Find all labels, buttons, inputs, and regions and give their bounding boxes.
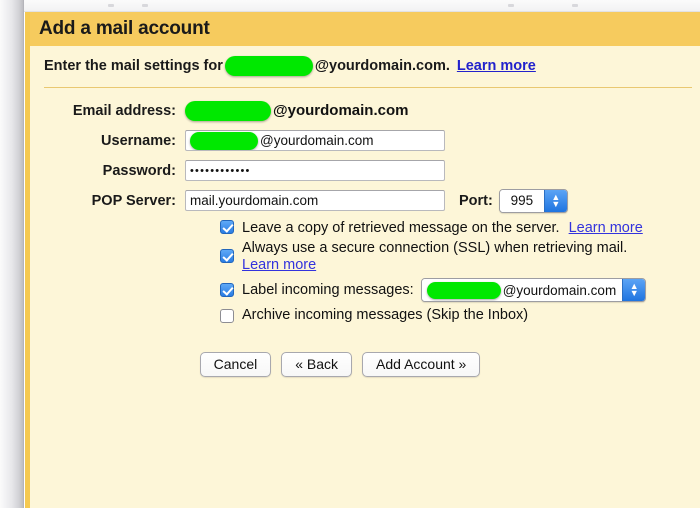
- leave-copy-checkbox[interactable]: [220, 220, 234, 234]
- redacted-username-blob: [224, 56, 313, 76]
- email-address-row: Email address: @yourdomain.com: [30, 97, 700, 124]
- ssl-checkbox[interactable]: [220, 249, 234, 263]
- username-label: Username:: [101, 132, 176, 149]
- redacted-email-blob: [185, 100, 271, 121]
- chrome-tick: [572, 4, 578, 7]
- action-buttons: Cancel « Back Add Account »: [30, 352, 700, 377]
- browser-chrome-strip: [0, 0, 700, 12]
- chrome-tick: [108, 4, 114, 7]
- options-list: Leave a copy of retrieved message on the…: [30, 220, 700, 324]
- username-row: Username: @yourdomain.com: [30, 127, 700, 154]
- archive-label: Archive incoming messages (Skip the Inbo…: [242, 307, 529, 323]
- panel-header: Add a mail account: [30, 12, 700, 46]
- option-ssl[interactable]: Always use a secure connection (SSL) whe…: [220, 240, 700, 274]
- pop-server-row: POP Server: mail.yourdomain.com Port: 99…: [30, 187, 700, 214]
- chevron-down-icon: ▼: [629, 288, 639, 298]
- email-address-label: Email address:: [72, 102, 176, 119]
- subtitle-learn-more-link[interactable]: Learn more: [457, 58, 536, 74]
- port-label: Port:: [459, 192, 493, 209]
- password-label: Password:: [102, 162, 176, 179]
- redacted-label-blob: [426, 281, 501, 299]
- subtitle-domain: @yourdomain.com.: [314, 58, 450, 74]
- option-label-incoming[interactable]: Label incoming messages: @yourdomain.com…: [220, 278, 700, 302]
- chrome-tick: [508, 4, 514, 7]
- page-title: Add a mail account: [39, 18, 210, 39]
- stepper-updown-icon[interactable]: ▲ ▼: [543, 189, 567, 212]
- add-account-button[interactable]: Add Account »: [362, 352, 481, 377]
- username-domain-suffix: @yourdomain.com: [260, 133, 374, 148]
- add-mail-account-panel: Add a mail account Enter the mail settin…: [25, 12, 700, 508]
- pop-server-label: POP Server:: [91, 192, 176, 209]
- email-domain-suffix: @yourdomain.com: [273, 102, 409, 119]
- mail-settings-form: Email address: @yourdomain.com Username:…: [30, 88, 700, 377]
- leave-copy-label: Leave a copy of retrieved message on the…: [242, 220, 560, 236]
- pop-server-input[interactable]: mail.yourdomain.com: [185, 190, 445, 211]
- label-select[interactable]: @yourdomain.com ▲ ▼: [420, 278, 647, 302]
- label-select-suffix: @yourdomain.com: [502, 282, 617, 298]
- cancel-button[interactable]: Cancel: [199, 352, 272, 377]
- panel-subtitle: Enter the mail settings for @yourdomain.…: [30, 46, 700, 87]
- password-input[interactable]: ••••••••••••: [185, 160, 445, 181]
- select-updown-icon[interactable]: ▲ ▼: [622, 279, 646, 301]
- back-button[interactable]: « Back: [281, 352, 353, 377]
- email-address-value: @yourdomain.com: [185, 100, 409, 121]
- ssl-text: Always use a secure connection (SSL) whe…: [242, 240, 627, 274]
- port-stepper[interactable]: 995 ▲ ▼: [498, 188, 568, 213]
- subtitle-prefix: Enter the mail settings for: [44, 58, 223, 74]
- ssl-label: Always use a secure connection (SSL) whe…: [242, 240, 628, 256]
- label-select-value[interactable]: @yourdomain.com: [421, 279, 623, 301]
- chrome-tick: [142, 4, 148, 7]
- redacted-username-input-blob: [190, 131, 258, 150]
- archive-checkbox[interactable]: [220, 308, 234, 323]
- label-incoming-text: Label incoming messages: @yourdomain.com…: [242, 278, 647, 302]
- leave-copy-learn-more-link[interactable]: Learn more: [569, 220, 643, 236]
- username-input[interactable]: @yourdomain.com: [185, 130, 445, 151]
- password-row: Password: ••••••••••••: [30, 157, 700, 184]
- page-scrollbar[interactable]: [0, 0, 24, 508]
- label-incoming-label: Label incoming messages:: [242, 281, 414, 298]
- option-archive[interactable]: Archive incoming messages (Skip the Inbo…: [220, 307, 700, 324]
- label-incoming-checkbox[interactable]: [220, 283, 234, 297]
- leave-copy-text: Leave a copy of retrieved message on the…: [242, 220, 643, 237]
- screen-root: Add a mail account Enter the mail settin…: [0, 0, 700, 508]
- ssl-learn-more-link[interactable]: Learn more: [242, 257, 627, 274]
- port-value[interactable]: 995: [499, 189, 544, 212]
- chevron-down-icon: ▼: [551, 198, 561, 209]
- option-leave-copy[interactable]: Leave a copy of retrieved message on the…: [220, 220, 700, 237]
